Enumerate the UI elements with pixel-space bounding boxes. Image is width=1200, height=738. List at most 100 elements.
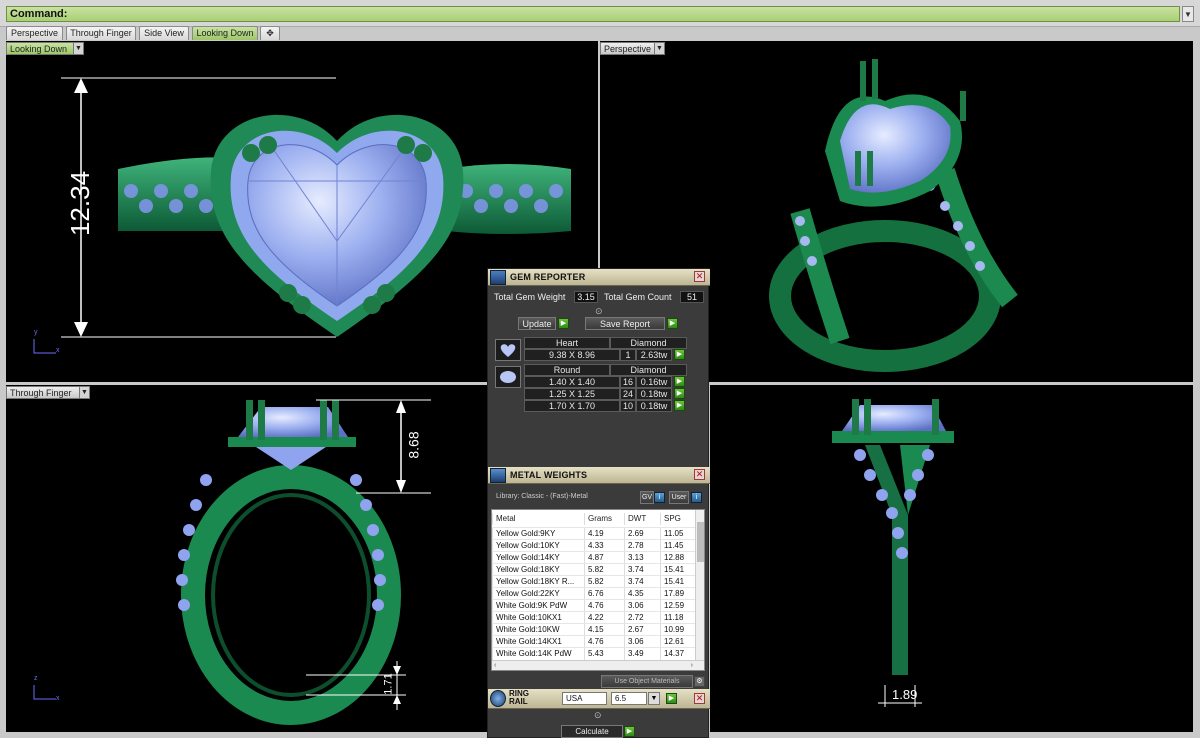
gem-reporter-icon xyxy=(490,270,506,285)
vertical-scrollbar[interactable] xyxy=(695,510,704,660)
horizontal-scrollbar[interactable]: ‹ › xyxy=(492,660,704,670)
viewport-label-perspective[interactable]: Perspective xyxy=(600,42,655,55)
table-cell: White Gold:14K PdW xyxy=(492,648,584,660)
gem-count: 16 xyxy=(620,376,636,388)
table-row[interactable]: Yellow Gold:10KY 4.33 2.78 11.45 xyxy=(492,539,695,552)
gem-select-icon[interactable]: ▶ xyxy=(674,388,685,399)
column-header: Grams xyxy=(584,513,624,525)
axis-gizmo-icon xyxy=(33,685,56,700)
metal-weights-title: METAL WEIGHTS xyxy=(488,467,710,484)
gem-reporter-panel: GEM REPORTER ✕ Total Gem Weight 3.15 Tot… xyxy=(487,268,710,738)
axis-z-label: z xyxy=(34,675,38,682)
add-tab-button[interactable]: ✥ xyxy=(260,26,280,40)
ring-size-select[interactable]: 6.5 xyxy=(611,692,647,705)
gem-reporter-title: GEM REPORTER xyxy=(488,269,710,286)
ring-rail-go-icon[interactable]: ▶ xyxy=(666,693,677,704)
use-object-materials-field[interactable]: Use Object Materials xyxy=(601,675,693,688)
metal-weights-table[interactable]: Metal Grams DWT SPG Yellow Gold:9KY 4.19 2.69 1… xyxy=(491,509,705,671)
close-icon[interactable]: ✕ xyxy=(694,469,705,480)
options-icon[interactable]: ⚙ xyxy=(694,676,705,687)
dimension-length: 12.34 xyxy=(65,170,96,237)
calculate-go-icon[interactable]: ▶ xyxy=(624,726,635,737)
table-row[interactable]: Yellow Gold:18KY 5.82 3.74 15.41 xyxy=(492,563,695,576)
gem-size: 1.40 X 1.40 xyxy=(524,376,620,388)
ring-side-view xyxy=(832,399,954,707)
metal-weights-icon xyxy=(490,468,506,483)
gem-shape: Heart xyxy=(524,337,610,349)
column-header: DWT xyxy=(624,513,660,525)
gem-select-icon[interactable]: ▶ xyxy=(674,349,685,360)
gem-size: 1.25 X 1.25 xyxy=(524,388,620,400)
dimension-band: 1.71 xyxy=(382,673,395,695)
user-label: User xyxy=(669,491,689,504)
column-header: SPG xyxy=(660,513,696,525)
table-row[interactable]: Yellow Gold:22KY 6.76 4.35 17.89 xyxy=(492,587,695,600)
library-label: Library: Classic - (Fast)-Metal xyxy=(496,493,588,500)
update-button[interactable]: Update xyxy=(518,317,556,330)
gv-label: GV xyxy=(640,491,654,504)
viewport-menu-icon[interactable]: ▼ xyxy=(654,42,665,55)
table-cell: 5.43 xyxy=(584,648,624,660)
gem-count: 1 xyxy=(620,349,636,361)
save-report-button[interactable]: Save Report xyxy=(585,317,665,330)
table-row[interactable]: White Gold:9K PdW 4.76 3.06 12.59 xyxy=(492,599,695,612)
table-row[interactable]: White Gold:14KX1 4.76 3.06 12.61 xyxy=(492,635,695,648)
viewport-menu-icon[interactable]: ▼ xyxy=(79,386,90,399)
dimension-height: 8.68 xyxy=(405,431,422,459)
total-gem-count-label: Total Gem Count xyxy=(604,292,672,302)
user-info-icon[interactable]: i xyxy=(691,492,702,503)
axis-gizmo-icon xyxy=(33,339,56,354)
table-row[interactable]: Yellow Gold:18KY R... 5.82 3.74 15.41 xyxy=(492,575,695,588)
dimension-width: 1.89 xyxy=(892,687,918,702)
tab-perspective[interactable]: Perspective xyxy=(6,26,63,40)
total-gem-weight-value: 3.15 xyxy=(574,291,598,303)
table-row[interactable]: Yellow Gold:9KY 4.19 2.69 11.05 xyxy=(492,527,695,540)
gem-weight: 0.16tw xyxy=(636,376,672,388)
round-gem-thumbnail xyxy=(495,366,521,388)
command-dropdown-icon[interactable]: ▼ xyxy=(1182,6,1194,22)
total-gem-weight-label: Total Gem Weight xyxy=(494,292,566,302)
command-input[interactable]: Command: xyxy=(6,6,1180,22)
gem-material: Diamond xyxy=(610,337,687,349)
gem-weight: 0.18tw xyxy=(636,388,672,400)
table-row[interactable]: Yellow Gold:14KY 4.87 3.13 12.88 xyxy=(492,551,695,564)
tab-side-view[interactable]: Side View xyxy=(139,26,189,40)
gem-select-icon[interactable]: ▶ xyxy=(674,376,685,387)
ring-rail-title: RING RAIL xyxy=(509,689,529,706)
calculate-button[interactable]: Calculate xyxy=(561,725,623,738)
viewport-menu-icon[interactable]: ▼ xyxy=(73,42,84,55)
table-cell: 3.49 xyxy=(624,648,660,660)
gem-material: Diamond xyxy=(610,364,687,376)
viewport-side-view[interactable]: 1.89 xyxy=(710,385,1193,732)
gem-count: 24 xyxy=(620,388,636,400)
ring-size-dropdown-icon[interactable]: ▼ xyxy=(648,692,660,705)
close-icon[interactable]: ✕ xyxy=(694,271,705,282)
total-gem-count-value: 51 xyxy=(680,291,704,303)
close-icon[interactable]: ✕ xyxy=(694,693,705,704)
gv-info-icon[interactable]: i xyxy=(654,492,665,503)
axis-y-label: y xyxy=(34,329,38,336)
gem-select-icon[interactable]: ▶ xyxy=(674,400,685,411)
column-header: Metal xyxy=(492,513,584,525)
gem-weight: 2.63tw xyxy=(636,349,672,361)
tab-through-finger[interactable]: Through Finger xyxy=(66,26,136,40)
ring-size-region-select[interactable]: USA xyxy=(562,692,607,705)
table-row[interactable]: White Gold:10KX1 4.22 2.72 11.18 xyxy=(492,611,695,624)
tab-looking-down[interactable]: Looking Down xyxy=(192,26,258,40)
viewport-label-looking-down[interactable]: Looking Down xyxy=(6,42,74,55)
gem-size: 1.70 X 1.70 xyxy=(524,400,620,412)
save-report-go-icon[interactable]: ▶ xyxy=(667,318,678,329)
gem-shape: Round xyxy=(524,364,610,376)
ring-rail-icon xyxy=(490,690,506,707)
collapse-handle-icon[interactable]: ⊙ xyxy=(594,710,602,721)
update-go-icon[interactable]: ▶ xyxy=(558,318,569,329)
table-row[interactable]: White Gold:14K PdW 5.43 3.49 14.37 xyxy=(492,647,696,660)
table-row[interactable]: White Gold:10KW 4.15 2.67 10.99 xyxy=(492,623,695,636)
table-header: Metal Grams DWT SPG xyxy=(492,513,695,525)
collapse-handle-icon[interactable]: ⊙ xyxy=(595,306,603,317)
gem-count: 10 xyxy=(620,400,636,412)
gem-size: 9.38 X 8.96 xyxy=(524,349,620,361)
table-cell: 14.37 xyxy=(660,648,696,660)
viewport-label-through-finger[interactable]: Through Finger xyxy=(6,386,80,399)
gem-weight: 0.18tw xyxy=(636,400,672,412)
